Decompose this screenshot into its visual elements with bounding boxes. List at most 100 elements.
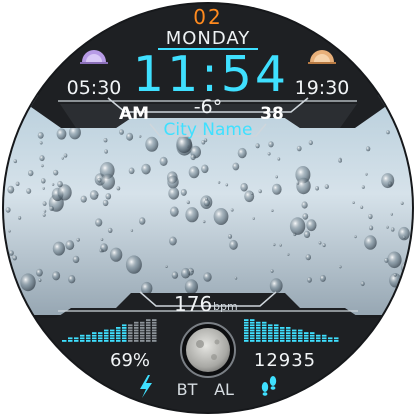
level-bar-segment xyxy=(86,334,91,337)
raindrop xyxy=(296,181,300,185)
raindrop xyxy=(305,254,311,261)
raindrop xyxy=(109,247,123,262)
raindrop xyxy=(322,243,326,248)
raindrop xyxy=(167,175,179,189)
level-bar-segment xyxy=(98,332,103,334)
level-bar-segment xyxy=(68,337,73,340)
level-bar-segment xyxy=(256,324,261,327)
raindrop xyxy=(76,237,80,242)
raindrop xyxy=(308,140,313,146)
level-bar-segment xyxy=(298,329,303,332)
raindrop xyxy=(5,207,11,213)
raindrop xyxy=(269,278,283,294)
raindrop xyxy=(386,130,390,135)
level-bar-segment xyxy=(116,332,121,334)
raindrop xyxy=(275,175,279,179)
alarm-status: AL xyxy=(214,380,234,399)
humidity-value: 38 xyxy=(260,104,284,124)
sunset-time: 19:30 xyxy=(294,77,350,99)
level-bar-segment xyxy=(286,329,291,332)
bluetooth-status: BT xyxy=(176,380,198,399)
level-bar-segment xyxy=(116,327,121,329)
raindrop xyxy=(185,207,199,223)
level-bar-segment xyxy=(128,332,133,334)
raindrop xyxy=(13,159,17,164)
raindrop xyxy=(202,220,206,224)
level-bar-segment xyxy=(140,340,145,342)
raindrop xyxy=(354,235,357,239)
raindrop xyxy=(270,269,274,273)
raindrop xyxy=(255,143,260,149)
raindrop xyxy=(126,132,134,141)
level-bar-segment xyxy=(80,337,85,340)
level-bar-segment xyxy=(328,340,333,342)
raindrop xyxy=(165,265,168,268)
level-bar-segment xyxy=(268,340,273,342)
raindrop xyxy=(232,162,240,171)
level-bar-segment xyxy=(262,340,267,342)
level-bar-segment xyxy=(250,324,255,327)
raindrop xyxy=(272,183,282,195)
raindrop xyxy=(145,136,159,152)
level-bar-segment xyxy=(274,332,279,334)
level-bar-segment xyxy=(310,332,315,334)
level-bar-segment xyxy=(122,340,127,342)
level-bar-segment xyxy=(244,321,249,324)
level-bar-segment xyxy=(98,334,103,337)
level-bar-segment xyxy=(110,337,115,340)
level-bar-segment xyxy=(244,324,249,327)
level-bar-segment xyxy=(122,334,127,337)
raindrop xyxy=(360,205,364,209)
level-bar-segment xyxy=(134,321,139,324)
level-bar-segment xyxy=(262,327,267,329)
level-bar-segment xyxy=(244,337,249,340)
level-bar-segment xyxy=(140,327,145,329)
level-bar-segment xyxy=(152,337,157,340)
level-bar-segment xyxy=(310,340,315,342)
raindrop xyxy=(169,206,179,217)
level-bar-segment xyxy=(140,324,145,327)
raindrop xyxy=(217,181,221,184)
level-bar-segment xyxy=(110,334,115,337)
level-bar-segment xyxy=(250,334,255,337)
level-bar-segment xyxy=(116,329,121,332)
level-bar-segment xyxy=(92,332,97,334)
raindrop xyxy=(390,227,395,232)
raindrop xyxy=(352,201,355,205)
level-bar-segment xyxy=(274,337,279,340)
raindrop xyxy=(227,234,233,239)
raindrop xyxy=(240,182,248,192)
level-bar-segment xyxy=(334,337,339,340)
level-bar-segment xyxy=(280,327,285,329)
level-bar-segment xyxy=(80,340,85,342)
level-bar-segment xyxy=(146,319,151,321)
level-bar-segment xyxy=(322,334,327,337)
level-bar-segment xyxy=(286,327,291,329)
raindrop xyxy=(268,141,274,148)
level-bar-segment xyxy=(250,332,255,334)
level-bar-segment xyxy=(292,334,297,337)
city-name: City Name xyxy=(163,120,253,140)
level-bar-segment xyxy=(116,334,121,337)
level-bar-segment xyxy=(62,340,67,342)
level-bar-segment xyxy=(274,327,279,329)
level-bar-segment xyxy=(128,329,133,332)
raindrop xyxy=(18,216,22,220)
level-bar-segment xyxy=(244,319,249,321)
raindrop xyxy=(360,281,365,287)
level-bar-segment xyxy=(92,337,97,340)
level-bar-segment xyxy=(250,340,255,342)
level-bar-segment xyxy=(134,332,139,334)
raindrop xyxy=(68,275,76,284)
raindrop xyxy=(400,201,404,205)
level-bar-segment xyxy=(292,329,297,332)
raindrop xyxy=(36,268,43,277)
level-bar-segment xyxy=(104,337,109,340)
level-bar-segment xyxy=(286,340,291,342)
level-bar-segment xyxy=(98,340,103,342)
raindrop xyxy=(171,271,179,279)
level-bar-segment xyxy=(274,329,279,332)
level-bar-segment xyxy=(244,329,249,332)
raindrop xyxy=(42,201,47,206)
level-bar-segment xyxy=(256,337,261,340)
